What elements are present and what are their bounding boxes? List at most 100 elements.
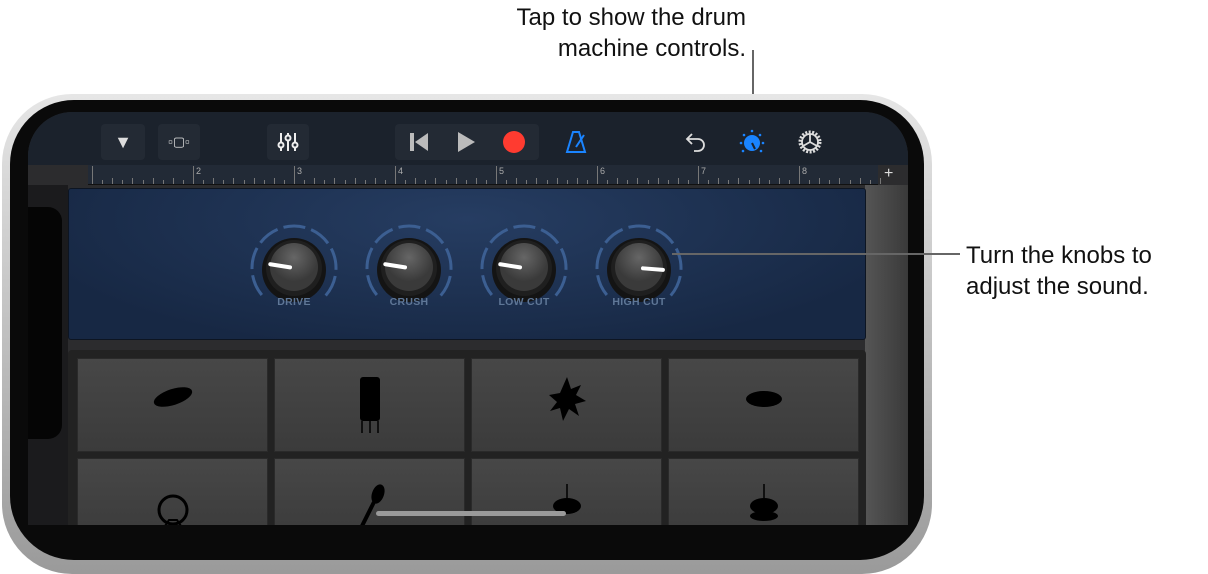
ruler-tick: [657, 178, 659, 184]
ruler-tick: [677, 178, 679, 184]
callout-drum-controls: Tap to show the drum machine controls.: [516, 4, 746, 62]
record-icon[interactable]: [502, 130, 526, 154]
ruler-tick: [233, 178, 235, 184]
ruler-tick: [597, 166, 598, 184]
ruler-tick: [223, 180, 225, 184]
settings-button[interactable]: [792, 124, 828, 160]
browser-dropdown-button[interactable]: ▼: [101, 124, 145, 160]
ruler-tick: [627, 180, 629, 184]
transport-controls: [395, 124, 539, 160]
tracks-view-button[interactable]: ▫▢▫: [158, 124, 200, 160]
drum-pad[interactable]: [77, 358, 268, 452]
ruler-tick: [849, 180, 851, 184]
ruler-tick: [687, 180, 689, 184]
ruler-tick: [354, 178, 356, 184]
ruler-tick: [496, 166, 497, 184]
drum-pad[interactable]: [274, 358, 465, 452]
ruler-tick: [384, 180, 386, 184]
ruler-tick: [617, 178, 619, 184]
drum-pad[interactable]: [77, 458, 268, 525]
ruler-tick: [263, 180, 265, 184]
callout-line: [672, 253, 960, 255]
drum-pad[interactable]: [668, 358, 859, 452]
ruler-tick: [122, 180, 124, 184]
notch: [28, 207, 62, 439]
metronome-icon: [565, 131, 587, 153]
ruler-tick: [102, 180, 104, 184]
drum-pad[interactable]: [471, 358, 662, 452]
clap-icon: [548, 377, 586, 421]
ruler-tick: [92, 166, 93, 184]
ruler-tick: [344, 180, 346, 184]
ruler-tick: [738, 178, 740, 184]
timeline-ruler[interactable]: 2 3 4 5 6 7 8: [88, 165, 881, 185]
ruler-tick: [809, 180, 811, 184]
go-to-beginning-icon[interactable]: [408, 131, 430, 153]
ruler-tick: [435, 178, 437, 184]
ruler-tick: [364, 180, 366, 184]
ruler-tick: [829, 180, 831, 184]
tracks-view-icon: ▫▢▫: [168, 134, 190, 149]
ruler-bar-label: 8: [802, 166, 808, 176]
kick-drum-icon: [157, 494, 188, 525]
ruler-tick: [516, 178, 518, 184]
ruler-tick: [162, 180, 164, 184]
ruler-bar-label: 5: [499, 166, 505, 176]
ruler-tick: [839, 178, 841, 184]
play-icon[interactable]: [455, 131, 477, 153]
ruler-bar-label: 2: [196, 166, 202, 176]
crash-cymbal-icon: [153, 387, 192, 407]
ruler-tick: [758, 178, 760, 184]
mixer-button[interactable]: [267, 124, 309, 160]
maraca-icon: [359, 484, 385, 525]
garageband-screen: ▼ ▫▢▫ 2 3 4 5 6 7 8 + DRIVE CRUSH LOW CUT HIGH CU…: [28, 112, 908, 525]
ruler-tick: [586, 180, 588, 184]
ruler-tick: [607, 180, 609, 184]
snare-drum-icon: [359, 377, 380, 433]
ruler-tick: [485, 180, 487, 184]
ruler-tick: [294, 166, 295, 184]
drum-pad[interactable]: [668, 458, 859, 525]
ruler-tick: [304, 180, 306, 184]
ruler-tick: [405, 180, 407, 184]
undo-icon: [685, 133, 705, 152]
undo-button[interactable]: [678, 124, 714, 160]
ruler-tick: [869, 180, 871, 184]
toolbar: ▼ ▫▢▫: [28, 112, 908, 165]
ruler-tick: [698, 166, 699, 184]
hi-hat-closed-icon: [552, 483, 581, 514]
ruler-tick: [748, 180, 750, 184]
add-section-button[interactable]: +: [884, 165, 893, 183]
ruler-tick: [243, 180, 245, 184]
ruler-tick: [536, 178, 538, 184]
ruler-tick: [455, 178, 457, 184]
ruler-tick: [637, 178, 639, 184]
ruler-tick: [667, 180, 669, 184]
ruler-tick: [415, 178, 417, 184]
ruler-tick: [193, 166, 194, 184]
ruler-tick: [324, 180, 326, 184]
ruler-tick: [172, 178, 174, 184]
ruler-bar-label: 7: [701, 166, 707, 176]
ruler-tick: [374, 178, 376, 184]
ride-cymbal-icon: [749, 483, 778, 521]
ruler-tick: [799, 166, 800, 184]
drum-controls-button[interactable]: [734, 124, 770, 160]
ruler-tick: [788, 180, 790, 184]
ruler-tick: [142, 180, 144, 184]
ruler-bar-label: 3: [297, 166, 303, 176]
metronome-button[interactable]: [558, 124, 594, 160]
ruler-tick: [273, 178, 275, 184]
ruler-tick: [526, 180, 528, 184]
knob-label: LOW CUT: [498, 296, 550, 308]
ruler-tick: [728, 180, 730, 184]
ruler-tick: [132, 178, 134, 184]
ruler-tick: [213, 178, 215, 184]
ruler-tick: [112, 178, 114, 184]
ruler-tick: [708, 180, 710, 184]
knob-label: CRUSH: [389, 296, 429, 308]
hi-hat-icon: [745, 391, 782, 407]
knob-label: HIGH CUT: [612, 296, 666, 308]
ruler-tick: [395, 166, 396, 184]
ruler-bar-label: 6: [600, 166, 606, 176]
